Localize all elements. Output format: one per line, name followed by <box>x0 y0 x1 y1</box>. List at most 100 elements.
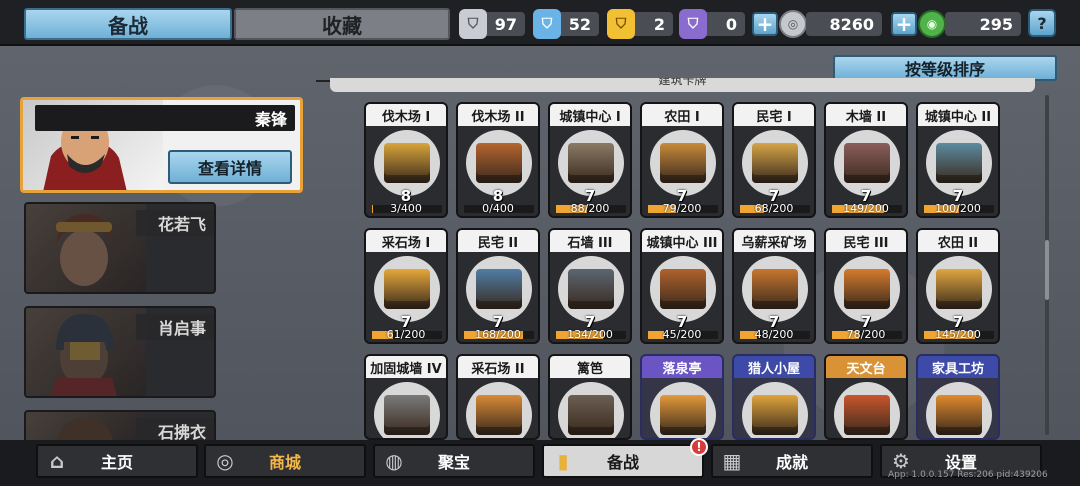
building-name: 天文台 <box>826 356 906 378</box>
building-card[interactable]: 篱笆 <box>548 354 632 440</box>
help-button[interactable]: ? <box>1028 9 1056 37</box>
building-name: 篱笆 <box>550 356 630 378</box>
building-name: 民宅 III <box>826 230 906 252</box>
building-name: 石墙 III <box>550 230 630 252</box>
building-art <box>650 382 716 438</box>
building-card[interactable]: 城镇中心 I 7 88/200 <box>548 102 632 218</box>
building-card[interactable]: 天文台 <box>824 354 908 440</box>
building-card-count: 149/200 <box>843 202 889 215</box>
building-name: 农田 II <box>918 230 998 252</box>
building-card-count: 134/200 <box>567 328 613 341</box>
building-card[interactable]: 木墙 II 7 149/200 <box>824 102 908 218</box>
hero-card-xiaoqishi[interactable]: 肖启事 <box>24 306 216 398</box>
hero-card-shifuyi[interactable]: 石拂衣 <box>24 410 216 444</box>
nav-home[interactable]: ⌂ 主页 <box>36 444 198 478</box>
nav-label: 聚宝 <box>437 453 470 472</box>
building-name: 城镇中心 I <box>550 104 630 126</box>
scrollbar-thumb[interactable] <box>1045 240 1049 300</box>
green-value: 295 <box>979 14 1013 34</box>
building-card[interactable]: 加固城墙 IV <box>364 354 448 440</box>
card-icon: ▮ <box>557 449 569 473</box>
building-name: 加固城墙 IV <box>366 356 446 378</box>
building-icon <box>844 395 890 435</box>
resource-purple-shield: ⛉ 0 <box>679 9 745 39</box>
building-card[interactable]: 石墙 III 7 134/200 <box>548 228 632 344</box>
building-icon <box>568 395 614 435</box>
building-icon <box>936 395 982 435</box>
divider <box>316 80 330 82</box>
nav-prepare[interactable]: ▮ 备战 <box>542 444 704 478</box>
building-card[interactable]: 采石场 I 7 61/200 <box>364 228 448 344</box>
hero-card-qinfeng[interactable]: 秦锋 查看详情 <box>20 97 303 193</box>
building-card-count: 88/200 <box>570 202 610 215</box>
building-icon <box>476 143 522 183</box>
building-card[interactable]: 伐木场 II 8 0/400 <box>456 102 540 218</box>
building-name: 木墙 II <box>826 104 906 126</box>
achievement-icon: ▦ <box>722 449 742 473</box>
building-icon <box>384 395 430 435</box>
nav-shop[interactable]: ◎ 商城 <box>204 444 366 478</box>
nav-treasure[interactable]: ◍ 聚宝 <box>373 444 535 478</box>
building-icon <box>568 143 614 183</box>
building-card[interactable]: 民宅 I 7 68/200 <box>732 102 816 218</box>
building-name: 采石场 I <box>366 230 446 252</box>
building-icon <box>752 269 798 309</box>
building-name: 伐木场 I <box>366 104 446 126</box>
hero-card-huaruofei[interactable]: 花若飞 <box>24 202 216 294</box>
building-card[interactable]: 家具工坊 <box>916 354 1000 440</box>
top-bar: 备战 收藏 ⛉ 97 ⛉ 52 ⛉ 2 ⛉ 0 + ◎ 8260 + ◉ 295… <box>0 0 1080 46</box>
building-icon <box>568 269 614 309</box>
building-card[interactable]: 农田 II 7 145/200 <box>916 228 1000 344</box>
building-card-count: 78/200 <box>846 328 886 341</box>
building-card[interactable]: 城镇中心 II 7 100/200 <box>916 102 1000 218</box>
building-icon <box>844 269 890 309</box>
treasure-icon: ◍ <box>385 449 403 473</box>
building-icon <box>384 269 430 309</box>
building-card-count: 61/200 <box>386 328 426 341</box>
silver-value: 8260 <box>829 14 874 34</box>
silver-shield-icon: ⛉ <box>459 9 487 39</box>
building-name: 猎人小屋 <box>734 356 814 378</box>
hero-portrait <box>26 412 146 442</box>
building-card[interactable]: 民宅 III 7 78/200 <box>824 228 908 344</box>
view-details-button[interactable]: 查看详情 <box>168 150 292 184</box>
building-icon <box>660 395 706 435</box>
resource-gold-shield: ⛉ 2 <box>607 9 673 39</box>
building-card[interactable]: 猎人小屋 <box>732 354 816 440</box>
building-art <box>742 382 808 438</box>
building-card[interactable]: 落泉亭 <box>640 354 724 440</box>
building-name: 农田 I <box>642 104 722 126</box>
building-card[interactable]: 采石场 II <box>456 354 540 440</box>
building-icon <box>476 269 522 309</box>
building-card-count: 68/200 <box>754 202 794 215</box>
building-card-count: 168/200 <box>475 328 521 341</box>
building-icon <box>752 395 798 435</box>
section-title-strip: 建筑卡牌 <box>330 78 1035 92</box>
resource-value: 0 <box>725 14 737 34</box>
building-art <box>466 382 532 438</box>
hero-portrait <box>26 204 146 292</box>
building-name: 民宅 I <box>734 104 814 126</box>
nav-achievements[interactable]: ▦ 成就 <box>711 444 873 478</box>
building-card[interactable]: 农田 I 7 79/200 <box>640 102 724 218</box>
hero-name: 花若飞 <box>136 210 214 236</box>
building-icon <box>660 269 706 309</box>
building-name: 民宅 II <box>458 230 538 252</box>
hero-name: 秦锋 <box>35 105 295 131</box>
building-card[interactable]: 城镇中心 III 7 45/200 <box>640 228 724 344</box>
silver-currency: 8260 <box>806 12 882 36</box>
building-card[interactable]: 乌薪采矿场 7 48/200 <box>732 228 816 344</box>
building-card[interactable]: 伐木场 I 8 3/400 <box>364 102 448 218</box>
tab-prepare[interactable]: 备战 <box>24 8 232 40</box>
add-silver-button[interactable]: + <box>752 12 778 36</box>
building-card-count: 100/200 <box>935 202 981 215</box>
resource-silver-shield: ⛉ 97 <box>459 9 525 39</box>
tab-collection[interactable]: 收藏 <box>234 8 450 40</box>
building-card-count: 79/200 <box>662 202 702 215</box>
nav-label: 商城 <box>268 453 301 472</box>
add-green-button[interactable]: + <box>891 12 917 36</box>
building-name: 城镇中心 III <box>642 230 722 252</box>
coins-icon: ◎ <box>216 449 234 473</box>
building-card[interactable]: 民宅 II 7 168/200 <box>456 228 540 344</box>
section-title: 建筑卡牌 <box>658 78 707 87</box>
